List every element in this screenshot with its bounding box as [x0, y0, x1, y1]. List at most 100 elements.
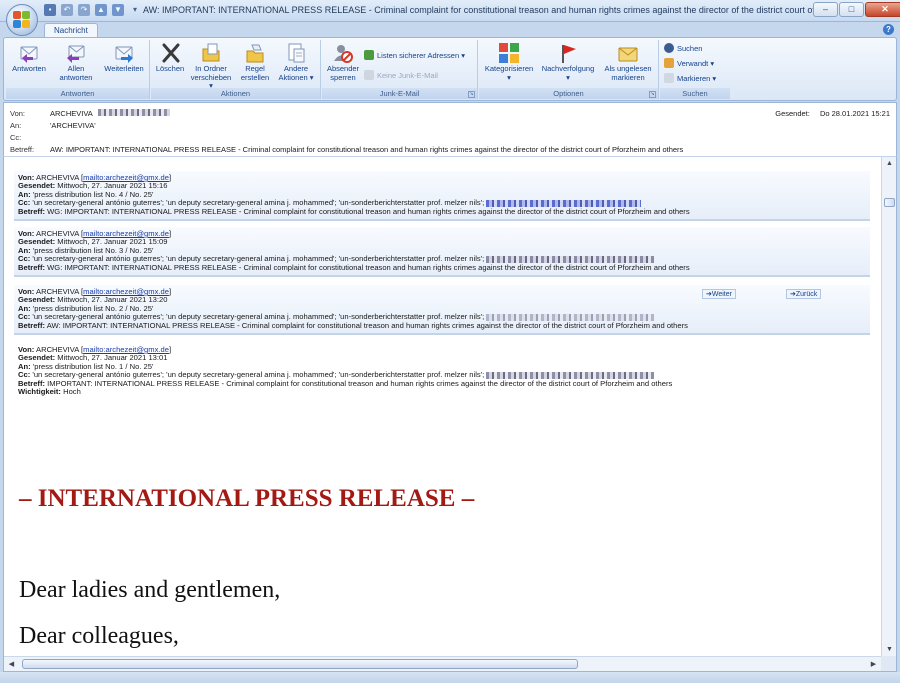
horizontal-scroll-thumb[interactable] [22, 659, 578, 669]
find-button[interactable]: Suchen [664, 43, 702, 53]
scrollbar-corner [881, 656, 896, 671]
down-icon[interactable]: ▼ [112, 4, 124, 16]
ribbon-tab-strip: Nachricht ? [0, 22, 900, 38]
window-title: AW: IMPORTANT: INTERNATIONAL PRESS RELEA… [143, 5, 815, 15]
related-icon [664, 58, 674, 68]
cc-redacted [486, 255, 655, 263]
not-junk-icon [364, 70, 374, 80]
select-button[interactable]: Markieren ▾ [664, 73, 716, 83]
sent-info: Gesendet: Do 28.01.2021 15:21 [775, 109, 890, 118]
forward-button[interactable]: Weiterleiten [100, 42, 148, 74]
maximize-button[interactable]: □ [839, 2, 864, 17]
quoted-header: Von: ARCHEVIVA [mailto:archezeit@gmx.de]… [18, 345, 673, 397]
group-aktionen: Löschen In Ordner verschieben ▾ Regel er… [151, 40, 321, 99]
close-button[interactable]: ✕ [865, 2, 900, 17]
cc-label: Cc: [10, 133, 22, 142]
subject-label: Betreff: [10, 145, 35, 154]
window-bottom-border [0, 672, 900, 683]
other-actions-button[interactable]: Andere Aktionen ▾ [275, 42, 317, 82]
from-row: Von: ARCHEVIVA [10, 109, 170, 118]
select-icon [664, 73, 674, 83]
safe-list-icon [364, 50, 374, 60]
move-to-folder-button[interactable]: In Ordner verschieben ▾ [188, 42, 234, 91]
qat-customize-icon[interactable]: ▾ [129, 4, 141, 16]
to-row: An: 'ARCHEVIVA' [10, 121, 96, 130]
binoculars-icon [664, 43, 674, 53]
move-folder-icon [200, 42, 222, 64]
options-dialog-launcher[interactable]: ↘ [649, 91, 656, 98]
quoted-header: Von: ARCHEVIVA [mailto:archezeit@gmx.de]… [14, 285, 870, 336]
rule-icon [244, 42, 266, 64]
ribbon: Antworten Allen antworten Weiterleiten A… [3, 37, 897, 101]
subject-value: AW: IMPORTANT: INTERNATIONAL PRESS RELEA… [50, 145, 684, 154]
junk-dialog-launcher[interactable]: ↘ [468, 91, 475, 98]
next-message-button[interactable]: ➔Weiter [702, 289, 736, 299]
to-label: An: [10, 121, 22, 130]
redo-icon[interactable]: ↷ [78, 4, 90, 16]
horizontal-scrollbar[interactable]: ◀ ▶ [4, 656, 881, 671]
sent-value: Do 28.01.2021 15:21 [819, 109, 890, 118]
greeting-line-1: Dear ladies and gentlemen, [19, 577, 281, 603]
forward-icon [113, 42, 135, 64]
minimize-button[interactable]: – [813, 2, 838, 17]
other-actions-icon [285, 42, 307, 64]
title-bar: ▪ ↶ ↷ ▲ ▼ ▾ AW: IMPORTANT: INTERNATIONAL… [0, 0, 900, 22]
cc-redacted [486, 371, 655, 379]
delete-button[interactable]: Löschen [153, 42, 187, 74]
not-junk-button[interactable]: Keine Junk-E-Mail [364, 70, 438, 80]
group-junk-email: Absender sperren Listen sicherer Adresse… [322, 40, 478, 99]
scroll-up-arrow[interactable]: ▲ [884, 158, 895, 169]
flag-icon [557, 42, 579, 64]
message-content: Von: ARCHEVIVA [mailto:archezeit@gmx.de]… [4, 157, 881, 656]
group-label-junk-email: Junk-E-Mail [322, 88, 477, 99]
vertical-scroll-thumb[interactable] [884, 198, 895, 207]
save-icon[interactable]: ▪ [44, 4, 56, 16]
group-label-aktionen: Aktionen [151, 88, 320, 99]
office-button[interactable] [6, 4, 38, 36]
press-release-title: – INTERNATIONAL PRESS RELEASE – [19, 485, 475, 512]
scroll-left-arrow[interactable]: ◀ [6, 659, 17, 670]
block-sender-button[interactable]: Absender sperren [324, 42, 362, 82]
group-antworten: Antworten Allen antworten Weiterleiten A… [6, 40, 150, 99]
quoted-header: Von: ARCHEVIVA [mailto:archezeit@gmx.de]… [14, 171, 870, 222]
delete-icon [159, 42, 181, 64]
unread-envelope-icon [617, 42, 639, 64]
quick-access-toolbar: ▪ ↶ ↷ ▲ ▼ ▾ [44, 4, 141, 16]
quoted-header: Von: ARCHEVIVA [mailto:archezeit@gmx.de]… [14, 227, 870, 278]
previous-message-button[interactable]: ➔Zurück [786, 289, 822, 299]
group-label-optionen: Optionen [479, 88, 658, 99]
categorize-icon [498, 42, 520, 64]
reply-icon [18, 42, 40, 64]
tab-nachricht[interactable]: Nachricht [44, 23, 98, 38]
mark-unread-button[interactable]: Als ungelesen markieren [600, 42, 656, 82]
undo-icon[interactable]: ↶ [61, 4, 73, 16]
follow-up-button[interactable]: Nachverfolgung ▾ [539, 42, 597, 82]
cc-redacted [486, 313, 655, 321]
scroll-down-arrow[interactable]: ▼ [884, 644, 895, 655]
from-value[interactable]: ARCHEVIVA [50, 109, 93, 118]
message-header: Von: ARCHEVIVA An: 'ARCHEVIVA' Cc: Betre… [3, 102, 897, 156]
safe-list-button[interactable]: Listen sicherer Adressen ▾ [364, 50, 465, 60]
cc-redacted [486, 199, 642, 207]
subject-row: Betreff: AW: IMPORTANT: INTERNATIONAL PR… [10, 145, 683, 154]
greeting-line-2: Dear colleagues, [19, 623, 179, 649]
create-rule-button[interactable]: Regel erstellen [237, 42, 273, 82]
scroll-right-arrow[interactable]: ▶ [868, 659, 879, 670]
group-optionen: Kategorisieren ▾ Nachverfolgung ▾ Als un… [479, 40, 659, 99]
office-button-icon [13, 11, 31, 29]
window-controls: – □ ✕ [813, 2, 900, 17]
block-sender-icon [332, 42, 354, 64]
sent-label: Gesendet: [775, 109, 810, 118]
group-suchen: Suchen Verwandt ▾ Markieren ▾ Suchen [660, 40, 730, 99]
reply-all-button[interactable]: Allen antworten [54, 42, 98, 82]
up-icon[interactable]: ▲ [95, 4, 107, 16]
categorize-button[interactable]: Kategorisieren ▾ [481, 42, 537, 82]
message-body[interactable]: Von: ARCHEVIVA [mailto:archezeit@gmx.de]… [3, 156, 897, 672]
group-label-antworten: Antworten [6, 88, 149, 99]
help-icon[interactable]: ? [883, 24, 894, 35]
reply-button[interactable]: Antworten [8, 42, 50, 74]
related-button[interactable]: Verwandt ▾ [664, 58, 714, 68]
vertical-scrollbar[interactable]: ▲ ▼ [881, 157, 896, 656]
to-value[interactable]: 'ARCHEVIVA' [50, 121, 96, 130]
group-label-suchen: Suchen [660, 88, 730, 99]
